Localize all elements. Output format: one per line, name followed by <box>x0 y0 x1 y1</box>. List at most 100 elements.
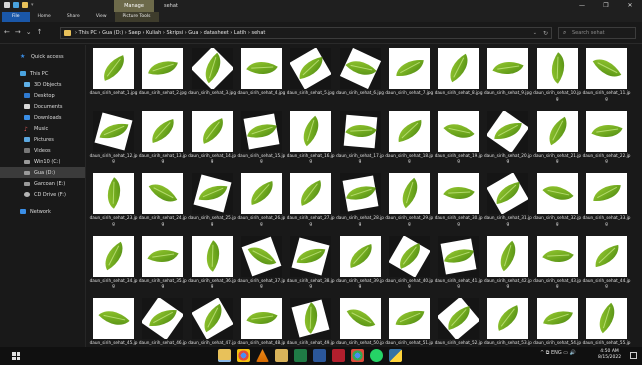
notification-icon[interactable] <box>630 352 637 359</box>
file-item[interactable]: daun_sirih_sehat_20.jpg <box>483 110 532 173</box>
file-item[interactable]: daun_sirih_sehat_52.jpg <box>434 298 483 347</box>
file-item[interactable]: daun_sirih_sehat_9.jpg <box>483 48 532 110</box>
search-box[interactable]: ⌕ Search sehat <box>558 27 636 39</box>
python-icon[interactable] <box>389 349 402 362</box>
file-item[interactable]: daun_sirih_sehat_47.jpg <box>188 298 237 347</box>
file-item[interactable]: daun_sirih_sehat_4.jpg <box>237 48 286 110</box>
address-bar[interactable]: › This PC › Gua (D:) › Saep › Kuliah › S… <box>60 27 552 39</box>
file-item[interactable]: daun_sirih_sehat_37.jpg <box>237 235 286 298</box>
file-item[interactable]: daun_sirih_sehat_44.jpg <box>582 235 631 298</box>
chrome-icon[interactable] <box>237 349 250 362</box>
refresh-icon[interactable]: ↻ <box>543 28 548 39</box>
file-item[interactable]: daun_sirih_sehat_35.jpg <box>138 235 187 298</box>
sidebar-item-quick-access[interactable]: ★ Quick access <box>0 51 85 62</box>
sidebar-item-network[interactable]: Network <box>0 206 85 217</box>
sidebar-item-pictures[interactable]: Pictures <box>0 134 85 145</box>
file-item[interactable]: daun_sirih_sehat_42.jpg <box>483 235 532 298</box>
file-item[interactable]: daun_sirih_sehat_10.jpg <box>533 48 582 110</box>
maximize-button[interactable]: ❐ <box>594 0 618 12</box>
file-item[interactable]: daun_sirih_sehat_54.jpg <box>533 298 582 347</box>
file-item[interactable]: daun_sirih_sehat_11.jpg <box>582 48 631 110</box>
system-tray[interactable]: ^ ⧉ ENG ▭ 🔊 <box>540 350 576 356</box>
file-item[interactable]: daun_sirih_sehat_48.jpg <box>237 298 286 347</box>
file-item[interactable]: daun_sirih_sehat_3.jpg <box>188 48 237 110</box>
file-item[interactable]: daun_sirih_sehat_21.jpg <box>533 110 582 173</box>
sidebar-item-documents[interactable]: Documents <box>0 101 85 112</box>
sidebar-item-music[interactable]: ♪ Music <box>0 123 85 134</box>
file-item[interactable]: daun_sirih_sehat_36.jpg <box>188 235 237 298</box>
file-item[interactable]: daun_sirih_sehat_16.jpg <box>286 110 335 173</box>
manage-tab[interactable]: Manage <box>114 0 154 12</box>
file-item[interactable]: daun_sirih_sehat_32.jpg <box>533 173 582 235</box>
file-item[interactable]: daun_sirih_sehat_38.jpg <box>286 235 335 298</box>
file-item[interactable]: daun_sirih_sehat_53.jpg <box>483 298 532 347</box>
tab-home[interactable]: Home <box>30 12 59 22</box>
file-item[interactable]: daun_sirih_sehat_30.jpg <box>434 173 483 235</box>
file-item[interactable]: daun_sirih_sehat_55.jpg <box>582 298 631 347</box>
file-item[interactable]: daun_sirih_sehat_18.jpg <box>385 110 434 173</box>
breadcrumb[interactable]: › This PC › Gua (D:) › Saep › Kuliah › S… <box>75 28 265 39</box>
file-item[interactable]: daun_sirih_sehat_31.jpg <box>483 173 532 235</box>
file-item[interactable]: daun_sirih_sehat_39.jpg <box>336 235 385 298</box>
file-item[interactable]: daun_sirih_sehat_50.jpg <box>336 298 385 347</box>
file-item[interactable]: daun_sirih_sehat_27.jpg <box>286 173 335 235</box>
file-item[interactable]: daun_sirih_sehat_24.jpg <box>138 173 187 235</box>
file-item[interactable]: daun_sirih_sehat_17.jpg <box>336 110 385 173</box>
sidebar-item-gua-d[interactable]: Gua (D:) <box>0 167 85 178</box>
whatsapp-icon[interactable] <box>370 349 383 362</box>
paint-icon[interactable] <box>275 349 288 362</box>
file-item[interactable]: daun_sirih_sehat_46.jpg <box>138 298 187 347</box>
file-item[interactable]: daun_sirih_sehat_34.jpg <box>89 235 138 298</box>
file-item[interactable]: daun_sirih_sehat_7.jpg <box>385 48 434 110</box>
minimize-button[interactable]: — <box>570 0 594 12</box>
up-arrow-icon[interactable]: ↑ <box>37 28 43 36</box>
sidebar-item-downloads[interactable]: Downloads <box>0 112 85 123</box>
file-explorer-icon[interactable] <box>218 349 231 362</box>
folder-icon[interactable] <box>22 2 28 8</box>
sidebar-item-this-pc[interactable]: This PC <box>0 68 85 79</box>
sidebar-item-desktop[interactable]: Desktop <box>0 90 85 101</box>
file-item[interactable]: daun_sirih_sehat_5.jpg <box>286 48 335 110</box>
file-item[interactable]: daun_sirih_sehat_40.jpg <box>385 235 434 298</box>
file-item[interactable]: daun_sirih_sehat_49.jpg <box>286 298 335 347</box>
file-item[interactable]: daun_sirih_sehat_15.jpg <box>237 110 286 173</box>
file-item[interactable]: daun_sirih_sehat_41.jpg <box>434 235 483 298</box>
file-item[interactable]: daun_sirih_sehat_26.jpg <box>237 173 286 235</box>
file-item[interactable]: daun_sirih_sehat_8.jpg <box>434 48 483 110</box>
sidebar-item-videos[interactable]: Videos <box>0 145 85 156</box>
tab-picture-tools[interactable]: Picture Tools <box>114 12 159 22</box>
file-item[interactable]: daun_sirih_sehat_6.jpg <box>336 48 385 110</box>
tab-share[interactable]: Share <box>59 12 88 22</box>
excel-icon[interactable] <box>294 349 307 362</box>
back-arrow-icon[interactable]: ← <box>4 28 10 36</box>
tab-view[interactable]: View <box>88 12 115 22</box>
new-folder-icon[interactable] <box>13 2 19 8</box>
sidebar-item-win10-c[interactable]: Win10 (C:) <box>0 156 85 167</box>
file-item[interactable]: daun_sirih_sehat_43.jpg <box>533 235 582 298</box>
search-placeholder[interactable]: Search sehat <box>572 28 605 39</box>
address-dropdown-chevron-icon[interactable]: ⌄ <box>533 28 537 39</box>
file-item[interactable]: daun_sirih_sehat_19.jpg <box>434 110 483 173</box>
file-item[interactable]: daun_sirih_sehat_28.jpg <box>336 173 385 235</box>
file-item[interactable]: daun_sirih_sehat_45.jpg <box>89 298 138 347</box>
file-item[interactable]: daun_sirih_sehat_14.jpg <box>188 110 237 173</box>
word-icon[interactable] <box>313 349 326 362</box>
customize-chevron-icon[interactable]: ▾ <box>31 2 34 8</box>
file-item[interactable]: daun_sirih_sehat_12.jpg <box>89 110 138 173</box>
forward-arrow-icon[interactable]: → <box>15 28 21 36</box>
file-item[interactable]: daun_sirih_sehat_25.jpg <box>188 173 237 235</box>
sidebar-item-3d-objects[interactable]: 3D Objects <box>0 79 85 90</box>
tab-file[interactable]: File <box>2 12 30 22</box>
properties-icon[interactable] <box>4 2 10 8</box>
file-item[interactable]: daun_sirih_sehat_1.jpg <box>89 48 138 110</box>
windows-start-icon[interactable] <box>12 352 20 360</box>
mendeley-icon[interactable] <box>332 349 345 362</box>
close-button[interactable]: ✕ <box>618 0 642 12</box>
file-item[interactable]: daun_sirih_sehat_22.jpg <box>582 110 631 173</box>
file-item[interactable]: daun_sirih_sehat_29.jpg <box>385 173 434 235</box>
file-item[interactable]: daun_sirih_sehat_2.jpg <box>138 48 187 110</box>
file-item[interactable]: daun_sirih_sehat_23.jpg <box>89 173 138 235</box>
sidebar-item-cd-drive-f[interactable]: CD Drive (F:) <box>0 189 85 200</box>
file-item[interactable]: daun_sirih_sehat_13.jpg <box>138 110 187 173</box>
file-item[interactable]: daun_sirih_sehat_33.jpg <box>582 173 631 235</box>
